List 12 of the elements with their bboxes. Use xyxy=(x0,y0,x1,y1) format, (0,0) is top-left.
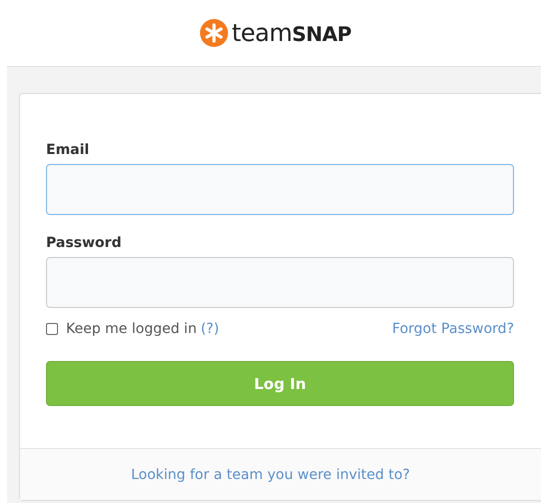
field-label: Email xyxy=(46,142,90,158)
invited-team-link[interactable]: Looking for a team you were invited to? xyxy=(130,466,410,482)
login-button[interactable]: Log In xyxy=(46,361,514,406)
remember-checkbox[interactable] xyxy=(46,323,58,335)
field-label: Password xyxy=(46,235,122,251)
password-field[interactable] xyxy=(46,257,514,308)
logo-wordmark: teamSNAP xyxy=(232,19,352,47)
asterisk-logo-icon xyxy=(200,19,228,47)
forgot-password-link[interactable]: Forgot Password? xyxy=(392,321,514,337)
remember-label: Keep me logged in xyxy=(66,321,197,337)
email-field[interactable] xyxy=(46,164,514,215)
help-link[interactable]: (?) xyxy=(200,321,220,337)
